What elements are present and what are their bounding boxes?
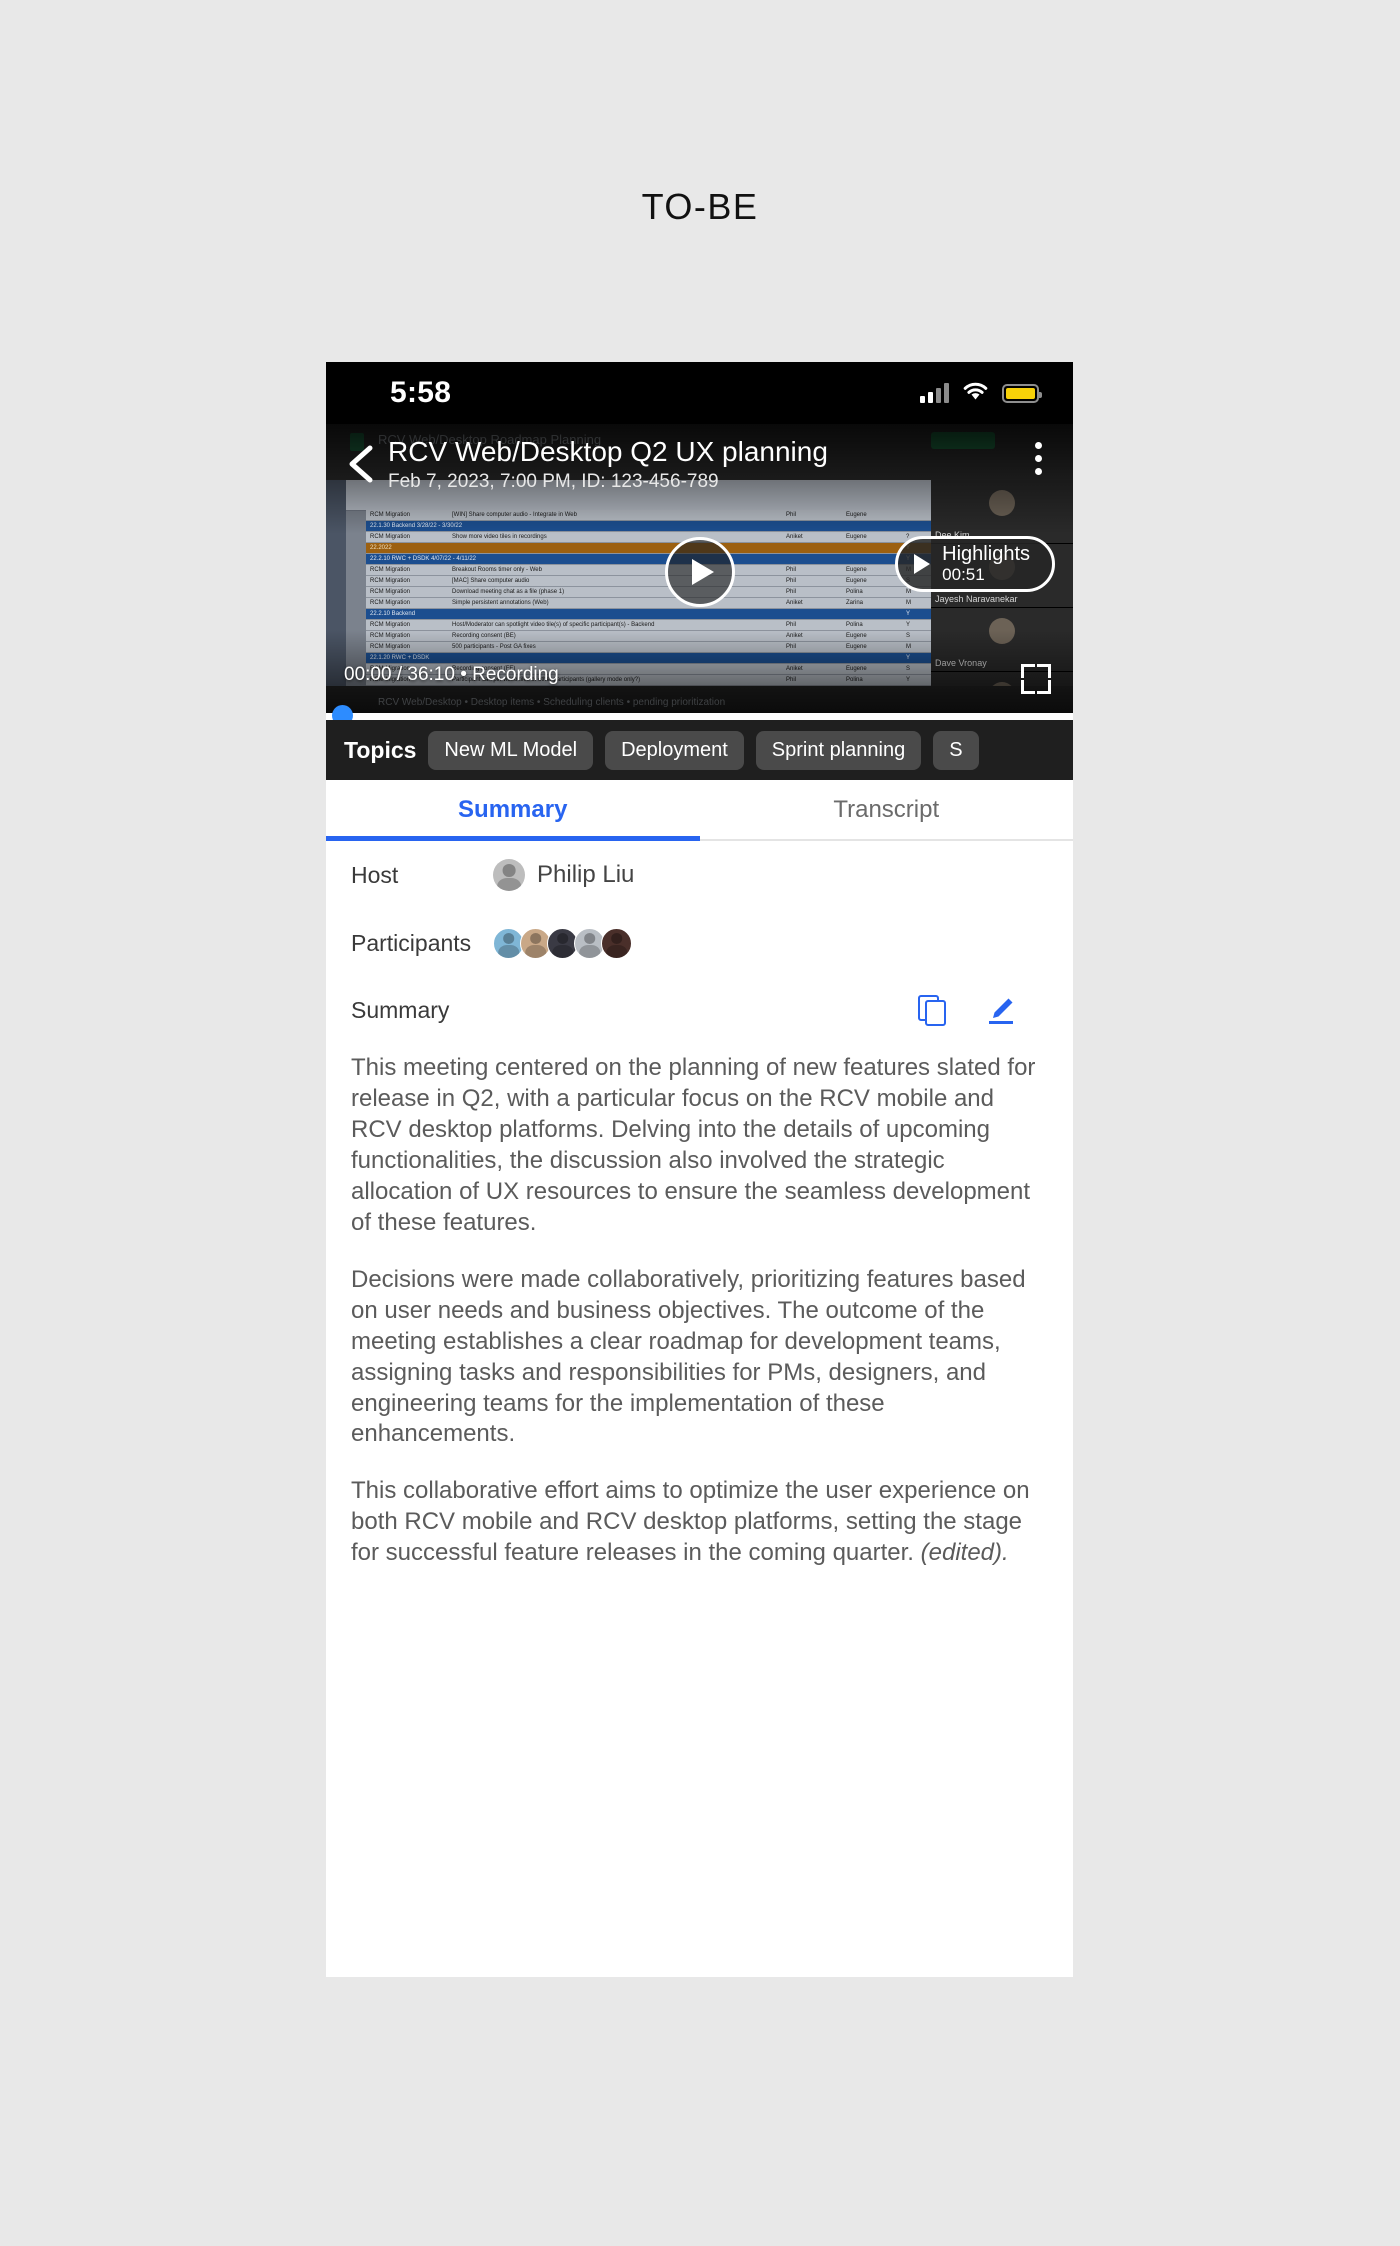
avatar (601, 927, 632, 959)
scrubber-handle[interactable] (332, 705, 353, 720)
topic-chip[interactable]: New ML Model (428, 730, 594, 770)
back-chevron-icon[interactable] (342, 442, 382, 486)
host-row: Host Philip Liu (351, 841, 1048, 909)
cellular-signal-icon (920, 383, 949, 403)
phone-frame: 5:58 RCV Web/Desktop Roadmap Planning RC… (326, 362, 1073, 1977)
status-bar-icons (920, 381, 1042, 406)
edit-pencil-icon[interactable] (986, 995, 1014, 1025)
summary-text: This meeting centered on the planning of… (351, 1043, 1048, 1597)
status-bar-time: 5:58 (390, 376, 452, 409)
tab-transcript[interactable]: Transcript (700, 780, 1074, 839)
summary-panel: Host Philip Liu Participants Summary Thi… (326, 841, 1073, 1598)
playback-status: 00:00 / 36:10 • Recording (344, 664, 559, 685)
summary-paragraph: This meeting centered on the planning of… (351, 1054, 1036, 1236)
edited-marker: (edited). (920, 1539, 1009, 1567)
avatar (493, 859, 525, 891)
summary-label: Summary (351, 996, 450, 1023)
play-icon (914, 554, 931, 574)
host-value[interactable]: Philip Liu (493, 859, 634, 891)
spreadsheet-row: RCM Migration Breakout Rooms timer only -… (366, 565, 931, 576)
highlights-label: Highlights (942, 542, 1030, 565)
play-icon (691, 559, 714, 585)
wifi-icon (962, 381, 989, 406)
copy-icon[interactable] (918, 995, 946, 1026)
battery-low-power-icon (1002, 383, 1042, 403)
page-title: TO-BE (641, 186, 759, 227)
meeting-subtitle: Feb 7, 2023, 7:00 PM, ID: 123-456-789 (388, 471, 719, 492)
spreadsheet-row: RCM Migration Download meeting chat as a … (366, 587, 931, 598)
spreadsheet-row: 22.2.10 RWC + DSDK 4/07/22 - 4/11/22Y (366, 554, 931, 565)
tab-summary[interactable]: Summary (326, 780, 700, 841)
topics-label: Topics (344, 736, 417, 763)
participants-row: Participants (351, 909, 1048, 977)
spreadsheet-row: RCM Migration [MAC] Share computer audio P… (366, 576, 931, 587)
status-bar: 5:58 (326, 362, 1073, 424)
summary-paragraph: This collaborative effort aims to optimi… (351, 1477, 1030, 1567)
highlights-duration: 00:51 (942, 565, 985, 585)
tab-bar[interactable]: Summary Transcript (326, 780, 1073, 841)
more-vertical-icon[interactable] (1021, 438, 1055, 478)
spreadsheet-row: 22.2022Y (366, 543, 931, 554)
summary-paragraph: Decisions were made collaboratively, pri… (351, 1265, 1026, 1448)
topics-bar[interactable]: Topics New ML Model Deployment Sprint plan… (326, 720, 1073, 780)
highlights-button[interactable]: Highlights 00:51 (895, 536, 1055, 592)
spreadsheet-row: 22.2.10 Backend Y (366, 609, 931, 620)
summary-header-row: Summary (351, 977, 1048, 1043)
topic-chip[interactable]: Deployment (605, 730, 744, 770)
video-player[interactable]: RCV Web/Desktop Roadmap Planning RCM Mig… (326, 424, 1073, 720)
topic-chip[interactable]: Sprint planning (755, 730, 922, 770)
playback-scrubber[interactable] (326, 705, 1073, 720)
host-name: Philip Liu (537, 861, 635, 888)
play-button[interactable] (664, 537, 735, 607)
fullscreen-icon[interactable] (1021, 664, 1051, 694)
spreadsheet-row: RCM Migration Simple persistent annotatio… (366, 598, 931, 609)
topic-chip[interactable]: S (933, 730, 979, 770)
host-label: Host (351, 861, 399, 888)
participants-avatar-stack[interactable] (493, 927, 632, 959)
participants-label: Participants (351, 929, 472, 956)
topic-chip-list: New ML Model Deployment Sprint planning S (428, 730, 979, 770)
meeting-title: RCV Web/Desktop Q2 UX planning (388, 436, 828, 467)
